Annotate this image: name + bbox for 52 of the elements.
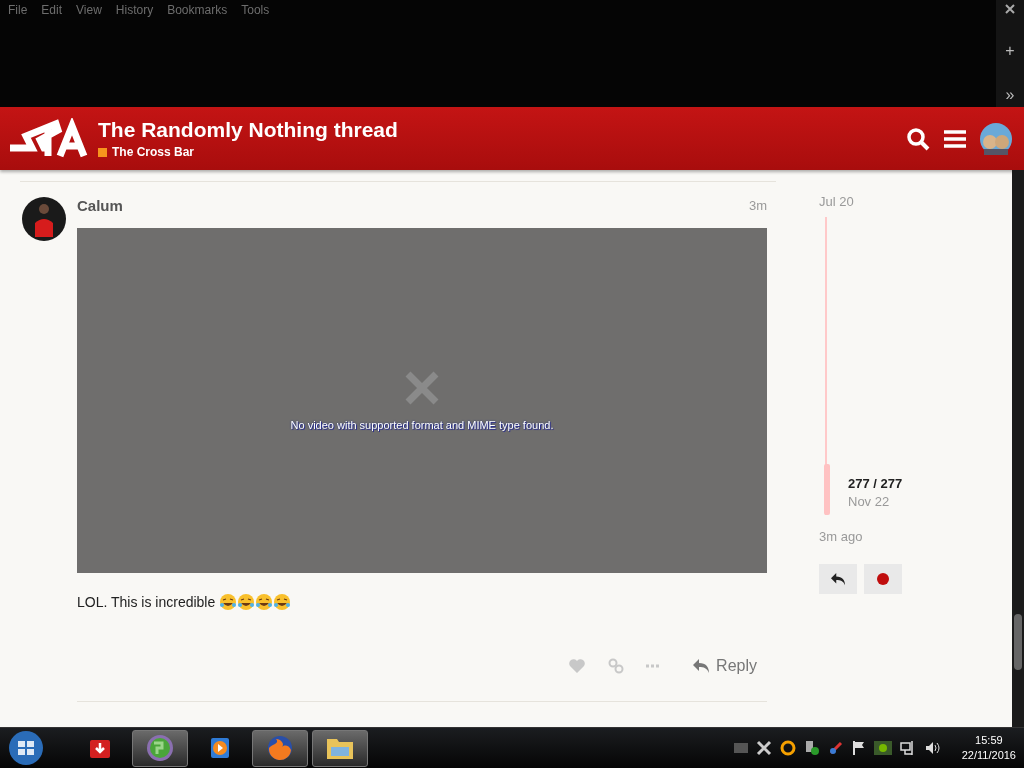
cannon-logo[interactable] [8, 117, 88, 160]
topic-title[interactable]: The Randomly Nothing thread [98, 118, 906, 142]
menu-item[interactable]: Edit [41, 3, 63, 19]
timeline-start-date[interactable]: Jul 20 [819, 194, 902, 209]
post-text: LOL. This is incredible [77, 594, 216, 610]
cross-icon[interactable] [755, 740, 772, 756]
close-icon[interactable] [1005, 4, 1015, 14]
author-avatar[interactable] [22, 197, 66, 241]
search-icon[interactable] [906, 126, 930, 151]
start-button[interactable] [6, 729, 46, 767]
scrollbar-thumb[interactable] [1014, 614, 1022, 670]
record-button[interactable] [864, 564, 902, 594]
post-time[interactable]: 3m [748, 198, 767, 213]
reply-button[interactable] [819, 564, 857, 594]
timeline-handle[interactable] [824, 464, 830, 515]
menu-item[interactable]: Tools [241, 3, 270, 19]
reply-icon [692, 658, 711, 674]
keyboard-icon[interactable] [733, 743, 748, 753]
taskbar-button[interactable] [312, 729, 368, 767]
record-icon [876, 572, 890, 586]
category-link[interactable]: The Cross Bar [112, 145, 195, 159]
post-position: 277 / 277 [848, 476, 904, 491]
laughing-emoji-icon [237, 593, 256, 611]
video-error-message: No video with supported format and MIME type found. [290, 418, 554, 431]
menu-item[interactable]: File [8, 3, 28, 19]
menu-item[interactable]: Bookmarks [167, 3, 228, 19]
laughing-emoji-icon [255, 593, 274, 611]
overflow-button[interactable]: » [1005, 87, 1015, 103]
reply-icon [830, 572, 846, 586]
flag-icon[interactable] [851, 740, 866, 756]
author-name[interactable]: Calum [77, 197, 123, 214]
menu-item[interactable]: History [115, 3, 154, 19]
taskbar-button[interactable] [132, 729, 188, 767]
globe-icon [145, 733, 175, 763]
firefox-icon [265, 733, 295, 763]
graphics-icon[interactable] [873, 741, 892, 755]
ring-icon[interactable] [779, 740, 796, 756]
menu-icon[interactable] [944, 128, 966, 149]
new-tab-button[interactable]: + [1005, 42, 1015, 59]
media-player-icon [208, 736, 232, 760]
category-square [98, 147, 107, 157]
error-x-icon [405, 370, 439, 405]
clock[interactable]: 15:59 22/11/2016 [961, 733, 1016, 763]
laughing-emoji-icon [273, 593, 292, 611]
user-avatar[interactable] [980, 122, 1012, 155]
last-post-time[interactable]: 3m ago [819, 529, 863, 544]
speaker-icon[interactable] [923, 740, 940, 756]
network-icon[interactable] [899, 740, 916, 756]
menu-item[interactable]: View [76, 3, 102, 19]
timeline-end-date: Nov 22 [848, 494, 891, 509]
taskbar-button[interactable] [252, 729, 308, 767]
laughing-emoji-icon [219, 593, 238, 611]
